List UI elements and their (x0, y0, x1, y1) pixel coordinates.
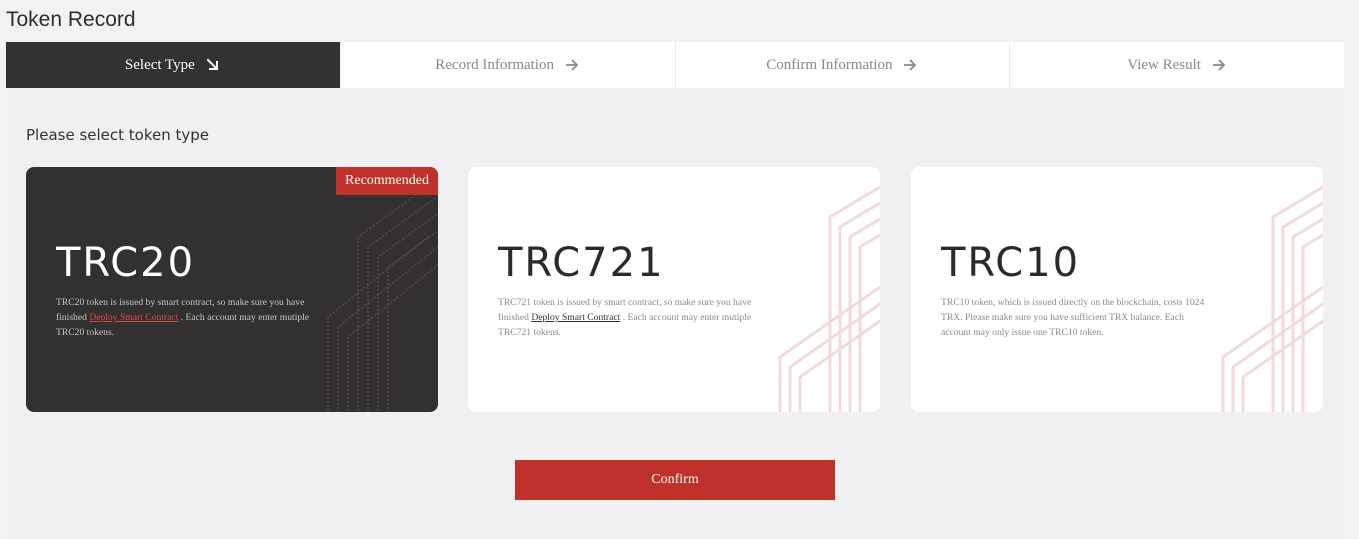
token-card-trc721[interactable]: TRC721 TRC721 token is issued by smart c… (468, 167, 880, 412)
step-record-information[interactable]: Record Information (341, 42, 676, 88)
step-label: View Result (1127, 56, 1201, 73)
deploy-smart-contract-link[interactable]: Deploy Smart Contract (89, 312, 178, 323)
arrow-right-icon (564, 57, 580, 73)
desc-text: TRC10 token, which is issued directly on… (941, 297, 1205, 338)
logo-text: TRC721 (498, 242, 665, 282)
trc721-logo: TRC721 (498, 242, 665, 282)
page-title: Token Record (6, 8, 136, 31)
step-label: Confirm Information (766, 56, 893, 73)
decorative-lines (1221, 185, 1323, 412)
step-view-result[interactable]: View Result (1010, 42, 1344, 88)
card-description: TRC10 token, which is issued directly on… (941, 295, 1216, 340)
logo-text: TRC20 (56, 242, 195, 282)
token-card-trc20[interactable]: Recommended TRC20 TRC20 token is issued … (26, 167, 438, 412)
recommended-badge: Recommended (336, 167, 438, 195)
card-description: TRC20 token is issued by smart contract,… (56, 295, 331, 340)
select-prompt: Please select token type (26, 126, 210, 144)
step-select-type[interactable]: Select Type (6, 42, 341, 88)
confirm-button[interactable]: Confirm (515, 460, 835, 500)
step-label: Select Type (124, 56, 195, 73)
arrow-right-icon (902, 57, 918, 73)
card-description: TRC721 token is issued by smart contract… (498, 295, 773, 340)
arrow-right-icon (1211, 57, 1227, 73)
trc20-logo: TRC20 (56, 242, 195, 282)
logo-text: TRC10 (941, 242, 1080, 282)
step-confirm-information[interactable]: Confirm Information (676, 42, 1011, 88)
arrow-down-right-icon (205, 57, 221, 73)
decorative-lines (778, 185, 880, 412)
step-label: Record Information (435, 56, 554, 73)
trc10-logo: TRC10 (941, 242, 1080, 282)
token-card-trc10[interactable]: TRC10 TRC10 token, which is issued direc… (911, 167, 1323, 412)
deploy-smart-contract-link[interactable]: Deploy Smart Contract (531, 312, 620, 323)
decorative-lines (327, 177, 438, 412)
stepper: Select Type Record Information Confirm I… (6, 42, 1344, 88)
